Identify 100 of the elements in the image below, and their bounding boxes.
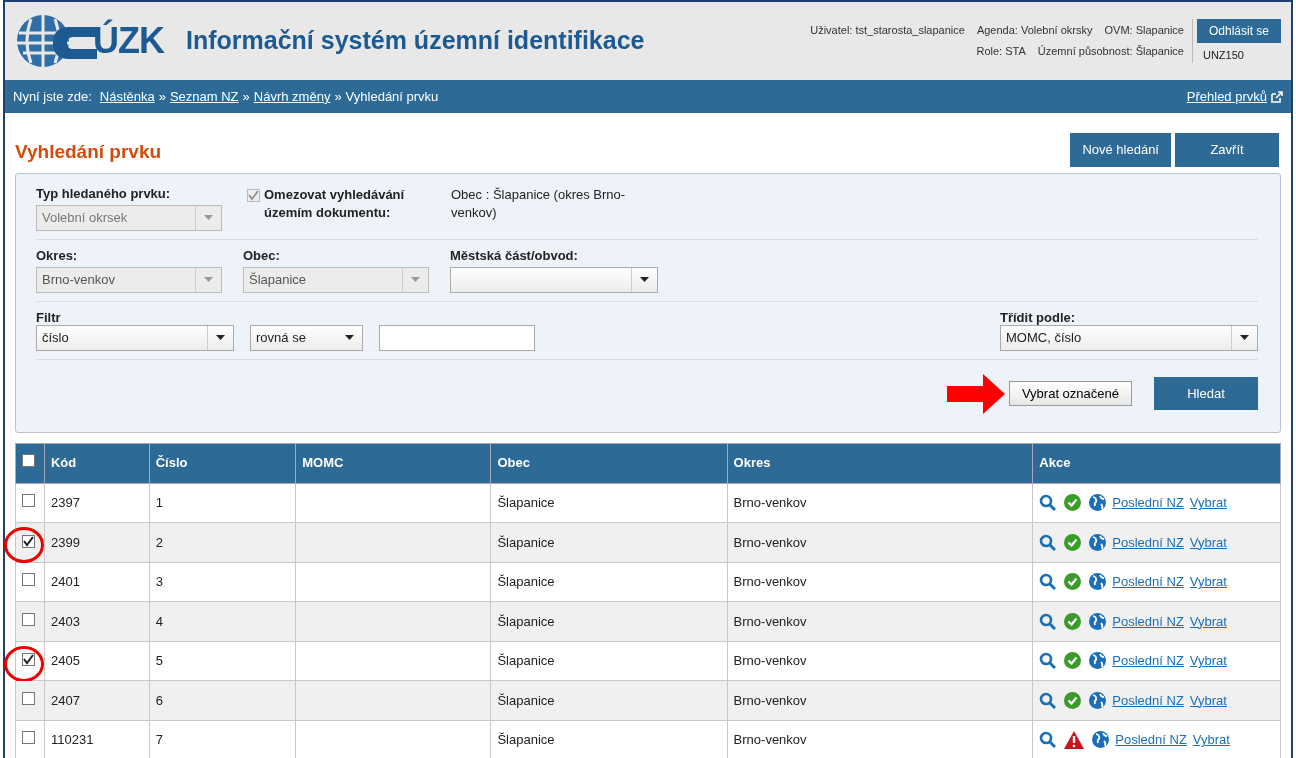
table-cell: Šlapanice xyxy=(497,653,555,668)
search-icon[interactable] xyxy=(1039,494,1057,512)
table-cell: Brno-venkov xyxy=(733,732,807,747)
breadcrumb-separator: » xyxy=(334,87,342,106)
caret-icon xyxy=(1240,335,1249,340)
column-header: Kód xyxy=(44,443,150,483)
select-link[interactable]: Vybrat xyxy=(1189,690,1227,710)
toolbar-button[interactable]: Zavřít xyxy=(1175,133,1279,167)
table-cell: 2401 xyxy=(51,574,80,589)
globe-icon[interactable] xyxy=(1089,573,1107,591)
caret-icon xyxy=(640,277,649,282)
breadcrumb-separator: » xyxy=(242,87,250,106)
breadcrumb-link[interactable]: Seznam NZ xyxy=(169,86,239,107)
last-nz-link[interactable]: Poslední NZ xyxy=(1112,651,1184,671)
row-checkbox[interactable] xyxy=(22,534,35,548)
operator-select[interactable]: rovná se xyxy=(250,324,363,351)
field-label: Typ hledaného prvku: xyxy=(36,185,172,201)
logout-button[interactable]: Odhlásit se xyxy=(1196,18,1281,43)
table-cell: Brno-venkov xyxy=(733,574,807,589)
filter-value-input[interactable] xyxy=(379,324,535,351)
breadcrumb-current: Vyhledání prvku xyxy=(345,87,439,106)
user-info: Uživatel: tst_starosta_slapanice xyxy=(810,24,965,36)
select-link[interactable]: Vybrat xyxy=(1192,730,1230,750)
table-cell: 110231 xyxy=(51,732,94,747)
field-label: Třídit podle: xyxy=(1000,309,1077,325)
search-icon[interactable] xyxy=(1039,731,1057,749)
field-label: Okres: xyxy=(36,247,79,263)
last-nz-link[interactable]: Poslední NZ xyxy=(1112,572,1184,592)
caret-icon xyxy=(204,215,213,220)
table-cell: 2407 xyxy=(51,692,80,708)
row-checkbox[interactable] xyxy=(22,691,35,705)
search-icon[interactable] xyxy=(1039,691,1057,709)
table-cell: Šlapanice xyxy=(497,574,555,589)
area-text: Obec : Šlapanice (okres Brno-venkov) xyxy=(451,185,627,222)
search-icon[interactable] xyxy=(1039,573,1057,591)
page-title: Vyhledání prvku xyxy=(15,140,163,164)
table-cell: 2405 xyxy=(51,653,80,668)
globe-icon[interactable] xyxy=(1089,533,1107,551)
field-label: Obec: xyxy=(243,247,281,263)
user-code: UNZ150 xyxy=(1201,47,1245,63)
table-cell: Brno-venkov xyxy=(733,613,807,629)
column-header: MOMC xyxy=(295,443,491,483)
select-all-checkbox[interactable] xyxy=(22,454,35,468)
row-checkbox[interactable] xyxy=(22,573,35,586)
overview-link[interactable]: Přehled prvků xyxy=(1186,86,1283,107)
select-marked-button[interactable]: Vybrat označené xyxy=(1008,380,1132,407)
caret-icon xyxy=(411,277,420,282)
select-link[interactable]: Vybrat xyxy=(1189,572,1227,592)
sort-select[interactable]: MOMC, číslo xyxy=(1000,324,1258,351)
table-cell: Šlapanice xyxy=(497,613,555,629)
search-button[interactable]: Hledat xyxy=(1154,376,1258,411)
select-link[interactable]: Vybrat xyxy=(1189,611,1227,631)
user-info: OVM: Slapanice xyxy=(1104,24,1184,36)
last-nz-link[interactable]: Poslední NZ xyxy=(1112,532,1184,552)
select-link[interactable]: Vybrat xyxy=(1189,651,1227,671)
filter-field-select[interactable]: číslo xyxy=(36,324,234,351)
table-cell: 6 xyxy=(155,692,163,708)
search-icon[interactable] xyxy=(1039,652,1057,670)
table-cell: 5 xyxy=(155,653,163,668)
breadcrumb-link[interactable]: Nástěnka xyxy=(99,86,155,107)
restrict-label: Omezovat vyhledávání územím dokumentu: xyxy=(264,185,406,222)
table-cell: Šlapanice xyxy=(497,534,555,550)
table-cell: Brno-venkov xyxy=(733,692,807,708)
breadcrumb-link[interactable]: Návrh změny xyxy=(253,86,331,107)
last-nz-link[interactable]: Poslední NZ xyxy=(1112,611,1184,631)
table-cell: 3 xyxy=(155,574,163,589)
row-checkbox[interactable] xyxy=(22,494,35,507)
last-nz-link[interactable]: Poslední NZ xyxy=(1112,493,1184,513)
globe-icon[interactable] xyxy=(1089,652,1107,670)
field-label: Městská část/obvod: xyxy=(450,247,579,263)
select-link[interactable]: Vybrat xyxy=(1189,493,1227,513)
globe-icon[interactable] xyxy=(1089,494,1107,512)
table-cell: 2397 xyxy=(51,495,80,510)
user-info: Agenda: Volební okrsky xyxy=(976,24,1093,36)
table-cell: 2 xyxy=(155,534,163,550)
last-nz-link[interactable]: Poslední NZ xyxy=(1115,730,1187,750)
select-link[interactable]: Vybrat xyxy=(1189,532,1227,552)
row-checkbox[interactable] xyxy=(22,653,35,666)
caret-icon xyxy=(344,335,354,340)
globe-icon[interactable] xyxy=(1089,691,1107,709)
last-nz-link[interactable]: Poslední NZ xyxy=(1112,690,1184,710)
row-checkbox[interactable] xyxy=(22,731,35,744)
globe-icon[interactable] xyxy=(1092,731,1110,749)
search-icon[interactable] xyxy=(1039,533,1057,551)
table-cell: Brno-venkov xyxy=(733,653,807,668)
table-cell: 1 xyxy=(155,495,163,510)
column-header: Obec xyxy=(490,443,728,483)
caret-icon xyxy=(204,277,213,282)
globe-icon[interactable] xyxy=(1089,612,1107,630)
table-cell: 2403 xyxy=(51,613,80,629)
logo-text: ÚZK xyxy=(93,18,164,63)
toolbar-button[interactable]: Nové hledání xyxy=(1070,133,1171,167)
table-cell: 4 xyxy=(155,613,163,629)
table-cell: Šlapanice xyxy=(497,732,555,747)
table-cell: Brno-venkov xyxy=(733,495,807,510)
row-checkbox[interactable] xyxy=(22,612,35,626)
column-header: Okres xyxy=(727,443,1033,483)
table-cell: 2399 xyxy=(51,534,80,550)
search-icon[interactable] xyxy=(1039,612,1057,630)
user-info: Role: STA xyxy=(976,45,1026,57)
